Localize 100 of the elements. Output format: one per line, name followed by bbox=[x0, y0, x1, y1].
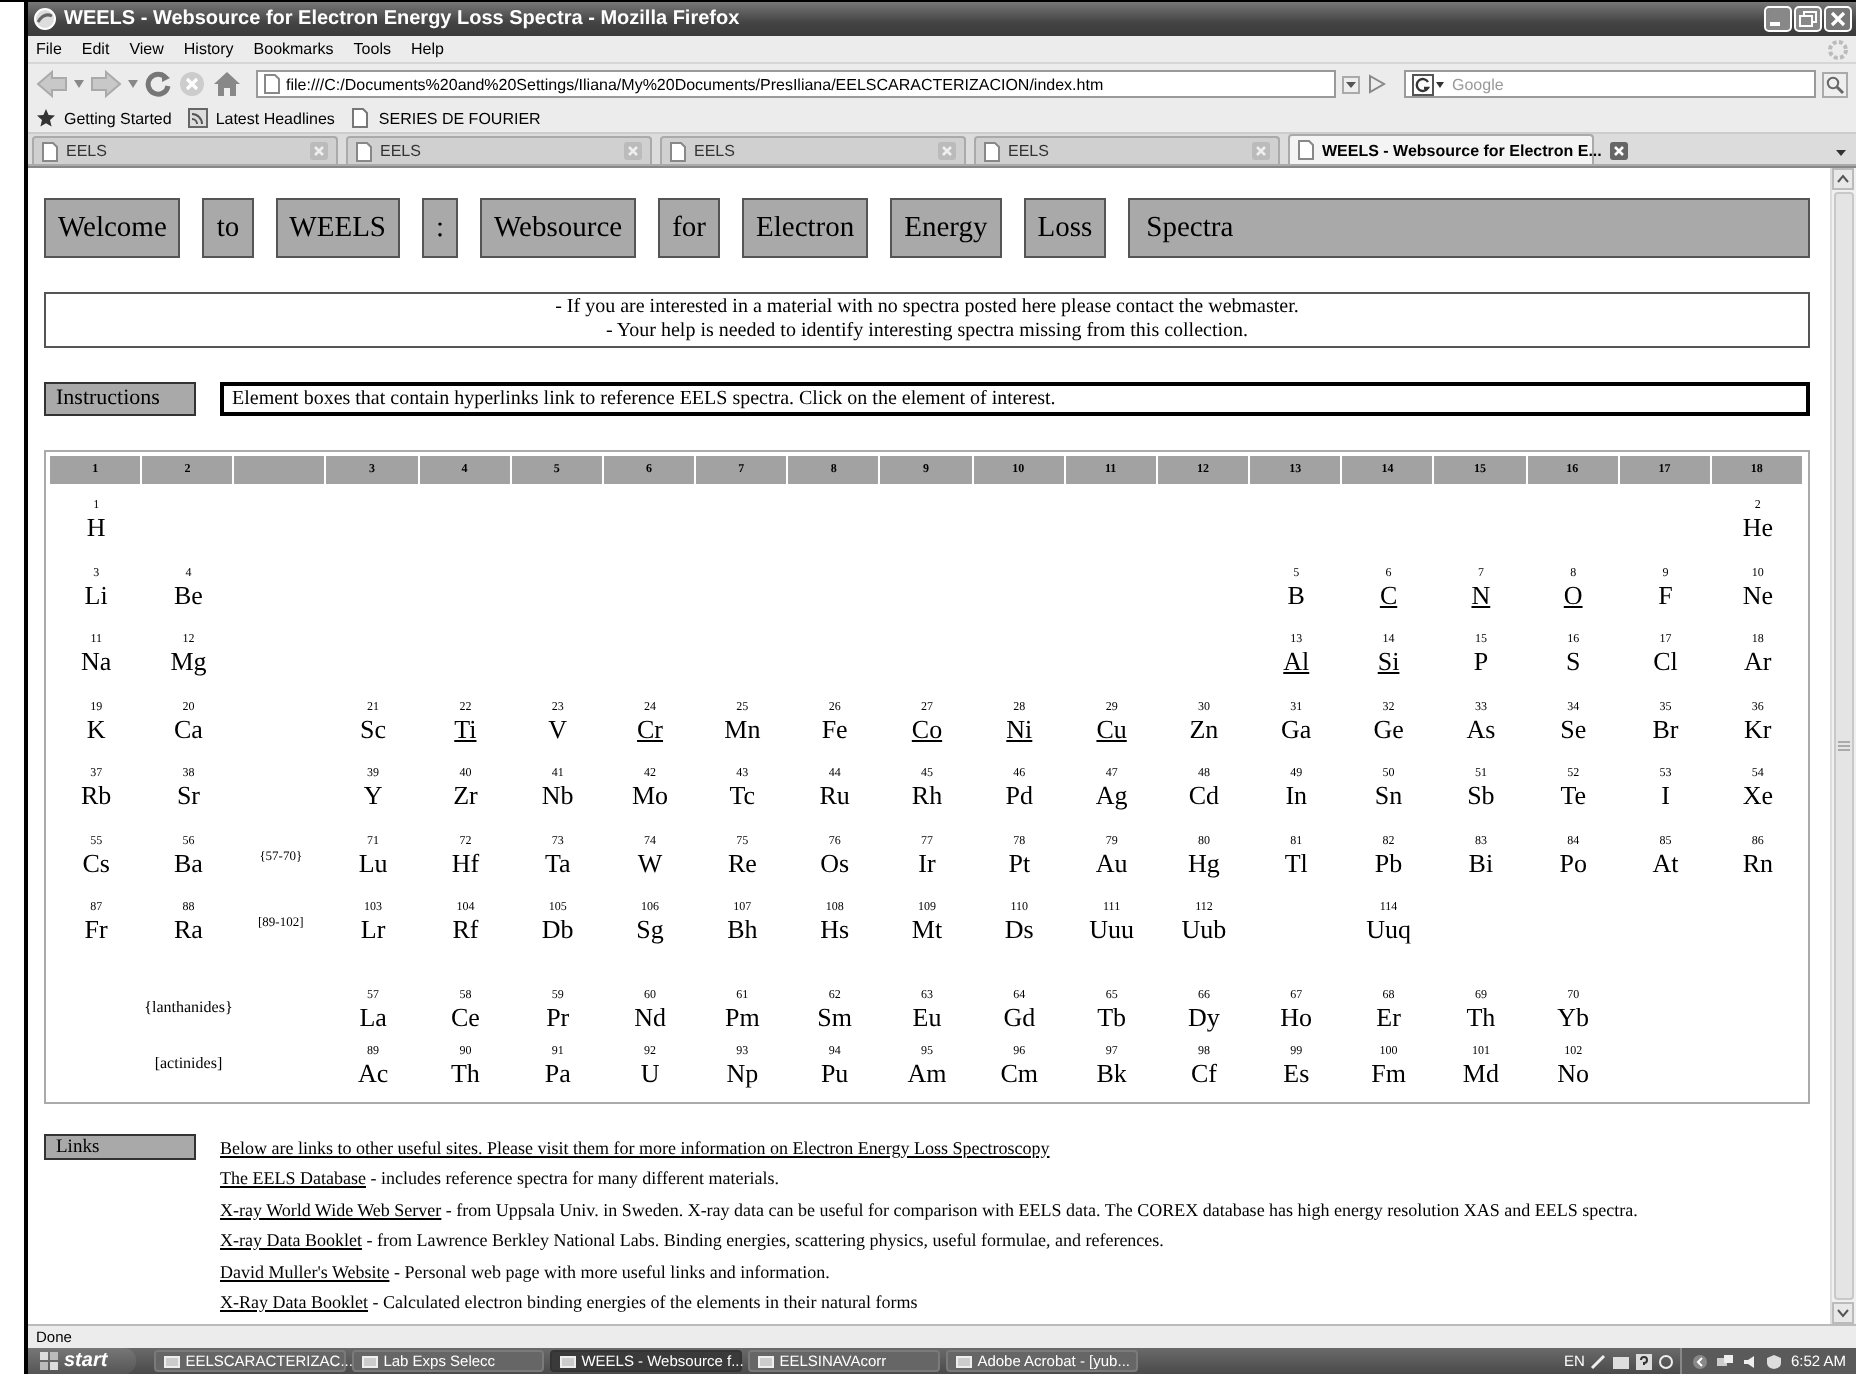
speaker-icon[interactable] bbox=[1742, 1353, 1759, 1369]
notice-text: - Your help is needed to identify interesting spectra missing from this collection. bbox=[603, 320, 1251, 344]
element-symbol: K bbox=[86, 715, 106, 743]
element-link[interactable]: Cr bbox=[637, 715, 664, 743]
element-link[interactable]: Ni bbox=[1006, 715, 1033, 743]
element-symbol: Cf bbox=[1190, 1059, 1217, 1087]
element-symbol: Hs bbox=[820, 916, 850, 944]
close-icon[interactable] bbox=[1824, 6, 1852, 32]
element-link[interactable]: Si bbox=[1377, 648, 1400, 676]
maximize-icon[interactable] bbox=[1794, 6, 1822, 32]
element-symbol: H bbox=[86, 514, 106, 542]
links-intro-link[interactable]: Below are links to other useful sites. Please visit them for more information on Electron Energy Loss Spectroscopy bbox=[220, 1137, 1050, 1157]
bookmark-link[interactable]: SERIES DE FOURIER bbox=[378, 109, 541, 127]
element-symbol: Mg bbox=[170, 648, 207, 676]
site-link[interactable]: X-ray World Wide Web Server bbox=[220, 1199, 442, 1219]
site-link[interactable]: X-Ray Data Booklet bbox=[220, 1292, 368, 1312]
site-link[interactable]: X-ray Data Booklet bbox=[220, 1230, 362, 1250]
site-link[interactable]: David Muller's Website bbox=[220, 1261, 390, 1281]
keyboard-icon[interactable] bbox=[1612, 1353, 1631, 1369]
scrollbar[interactable] bbox=[1830, 168, 1856, 1324]
minimize-icon[interactable] bbox=[1764, 6, 1792, 32]
element-symbol: Th bbox=[450, 1059, 480, 1087]
search-icon[interactable] bbox=[1822, 71, 1848, 97]
element-symbol: Sr bbox=[176, 782, 201, 810]
dropdown-icon[interactable] bbox=[74, 80, 84, 88]
element-symbol: No bbox=[1557, 1059, 1590, 1087]
element-symbol: At bbox=[1652, 849, 1679, 877]
element-symbol: Eu bbox=[912, 1003, 942, 1031]
start-button[interactable]: start bbox=[28, 1348, 136, 1374]
element-link[interactable]: N bbox=[1471, 581, 1491, 609]
go-icon[interactable] bbox=[1366, 74, 1386, 94]
history-dropdown-icon[interactable] bbox=[1342, 75, 1360, 93]
element-symbol: Ag bbox=[1095, 782, 1128, 810]
browser-tab[interactable]: EELS bbox=[32, 136, 338, 164]
app-icon bbox=[955, 1354, 972, 1368]
element-symbol: S bbox=[1565, 648, 1581, 676]
bookmark-link[interactable]: Latest Headlines bbox=[215, 109, 335, 127]
element-symbol: V bbox=[548, 715, 568, 743]
arrow-icon[interactable] bbox=[1692, 1353, 1709, 1369]
menu-item[interactable]: Bookmarks bbox=[253, 40, 334, 58]
menu-item[interactable]: View bbox=[129, 40, 164, 58]
address-field[interactable]: file:///C:/Documents%20and%20Settings/Iliana/My%20Documents/PresIliana/EELSCARACTERIZACION/index.htm bbox=[256, 70, 1336, 98]
menu-item[interactable]: File bbox=[36, 40, 62, 58]
scroll-up-icon[interactable] bbox=[1832, 168, 1854, 190]
element-symbol: Sg bbox=[636, 916, 664, 944]
element-symbol: B bbox=[1287, 581, 1305, 609]
element-symbol: Ge bbox=[1373, 715, 1404, 743]
browser-tab[interactable]: EELS bbox=[974, 136, 1280, 164]
element-symbol: Ba bbox=[174, 849, 203, 877]
throbber-icon bbox=[1828, 39, 1848, 59]
element-symbol: Uub bbox=[1181, 916, 1227, 944]
element-symbol: Fr bbox=[84, 916, 108, 944]
pen-icon[interactable] bbox=[1590, 1353, 1607, 1369]
element-symbol: Lu bbox=[358, 849, 388, 877]
banner-word: Energy bbox=[890, 198, 1002, 258]
element-symbol: Ds bbox=[1004, 916, 1034, 944]
scroll-down-icon[interactable] bbox=[1832, 1302, 1854, 1324]
element-link[interactable]: Cu bbox=[1096, 715, 1127, 743]
element-symbol: Mo bbox=[631, 782, 669, 810]
browser-tab[interactable]: EELS bbox=[660, 136, 966, 164]
element-symbol: Nb bbox=[541, 782, 574, 810]
site-link[interactable]: The EELS Database bbox=[220, 1168, 366, 1188]
element-link[interactable]: C bbox=[1379, 581, 1398, 609]
element-symbol: Pa bbox=[544, 1059, 571, 1087]
element-symbol: Be bbox=[174, 581, 203, 609]
element-symbol: La bbox=[359, 1003, 387, 1031]
dropdown-icon[interactable] bbox=[128, 80, 138, 88]
element-symbol: Ir bbox=[918, 849, 936, 877]
menu-item[interactable]: Edit bbox=[81, 40, 110, 58]
element-symbol: Fe bbox=[821, 715, 848, 743]
bookmark-link[interactable]: Getting Started bbox=[64, 109, 172, 127]
element-symbol: He bbox=[1742, 514, 1773, 542]
element-symbol: Bk bbox=[1096, 1059, 1127, 1087]
element-symbol: Ac bbox=[357, 1059, 389, 1087]
element-link[interactable]: O bbox=[1563, 581, 1583, 609]
element-symbol: Pm bbox=[725, 1003, 760, 1031]
element-link[interactable]: Al bbox=[1283, 648, 1310, 676]
menu-item[interactable]: Tools bbox=[353, 40, 391, 58]
close-tab-icon[interactable] bbox=[1609, 141, 1628, 159]
home-icon[interactable] bbox=[212, 70, 242, 98]
network-icon[interactable] bbox=[1716, 1353, 1735, 1369]
page-icon bbox=[42, 141, 58, 161]
menu-item[interactable]: History bbox=[183, 40, 234, 58]
element-symbol: U bbox=[640, 1059, 660, 1087]
search-engine-icon[interactable] bbox=[1412, 73, 1446, 95]
element-symbol: Th bbox=[1466, 1003, 1496, 1031]
tray-icon[interactable] bbox=[1658, 1353, 1675, 1369]
element-link[interactable]: Ti bbox=[454, 715, 477, 743]
help-icon[interactable] bbox=[1636, 1353, 1653, 1369]
app-icon bbox=[757, 1354, 774, 1368]
shield-icon[interactable] bbox=[1766, 1353, 1783, 1369]
menu-item[interactable]: Help bbox=[410, 40, 444, 58]
element-symbol: Ne bbox=[1742, 581, 1773, 609]
reload-icon[interactable] bbox=[144, 70, 172, 98]
element-link[interactable]: Co bbox=[911, 715, 943, 743]
window-title: WEELS - Websource for Electron Energy Loss Spectra - Mozilla Firefox bbox=[64, 8, 742, 30]
element-symbol: Hf bbox=[451, 849, 480, 877]
browser-tab[interactable]: EELS bbox=[346, 136, 652, 164]
element-symbol: Te bbox=[1560, 782, 1586, 810]
app-icon bbox=[163, 1354, 180, 1368]
